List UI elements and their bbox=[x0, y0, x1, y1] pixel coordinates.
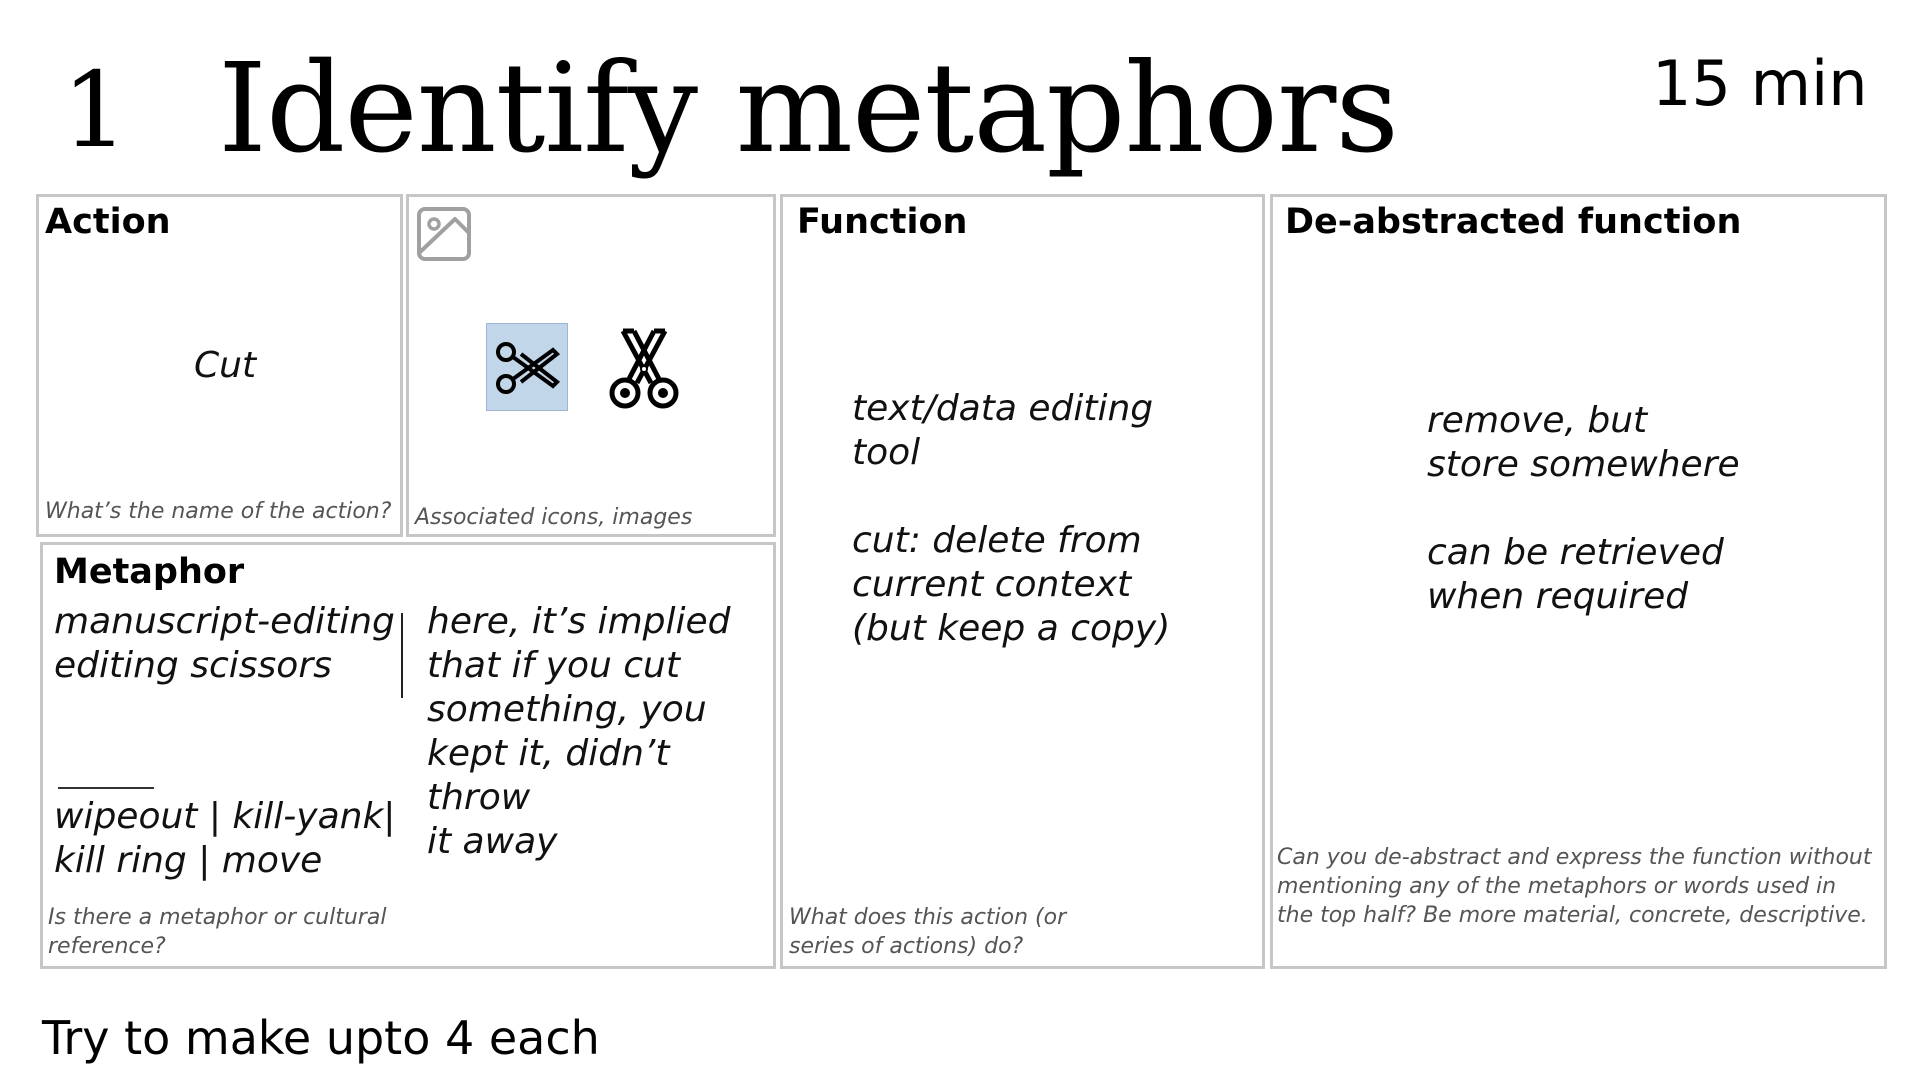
metaphor-bottom-text[interactable]: wipeout | kill-yank| kill ring | move bbox=[54, 795, 395, 883]
icons-box: Associated icons, images bbox=[406, 194, 776, 537]
scissors-icon-highlighted[interactable] bbox=[486, 323, 568, 411]
deabstracted-title: De-abstracted function bbox=[1285, 202, 1742, 242]
time-label: 15 min bbox=[1652, 47, 1868, 120]
metaphor-right-text[interactable]: here, it’s implied that if you cut somet… bbox=[427, 600, 773, 864]
picture-icon[interactable] bbox=[415, 205, 473, 263]
horizontal-divider bbox=[58, 787, 154, 789]
metaphor-left-text[interactable]: manuscript-editing editing scissors bbox=[54, 600, 395, 688]
scissors-icon[interactable] bbox=[603, 325, 685, 413]
metaphor-title: Metaphor bbox=[54, 552, 245, 592]
metaphor-hint: Is there a metaphor or cultural referenc… bbox=[48, 905, 387, 959]
action-value[interactable]: Cut bbox=[194, 344, 256, 388]
action-box: Action Cut What’s the name of the action… bbox=[36, 194, 403, 537]
function-text[interactable]: text/data editing tool cut: delete from … bbox=[852, 387, 1170, 651]
action-hint: What’s the name of the action? bbox=[45, 499, 392, 524]
vertical-divider bbox=[401, 613, 403, 698]
metaphor-box: Metaphor manuscript-editing editing scis… bbox=[40, 542, 776, 969]
icons-hint: Associated icons, images bbox=[415, 505, 693, 530]
page-title: Identify metaphors bbox=[218, 37, 1399, 181]
function-box: Function text/data editing tool cut: del… bbox=[780, 194, 1265, 969]
step-number: 1 bbox=[62, 49, 129, 171]
scissors-icon bbox=[496, 342, 561, 394]
function-hint: What does this action (or series of acti… bbox=[789, 905, 1067, 959]
deabstracted-hint: Can you de-abstract and express the func… bbox=[1277, 845, 1872, 928]
function-title: Function bbox=[797, 202, 968, 242]
deabstracted-box: De-abstracted function remove, but store… bbox=[1270, 194, 1887, 969]
footer-note: Try to make upto 4 each bbox=[42, 1011, 600, 1065]
deabstracted-text[interactable]: remove, but store somewhere can be retri… bbox=[1427, 399, 1740, 619]
action-title: Action bbox=[45, 202, 171, 242]
